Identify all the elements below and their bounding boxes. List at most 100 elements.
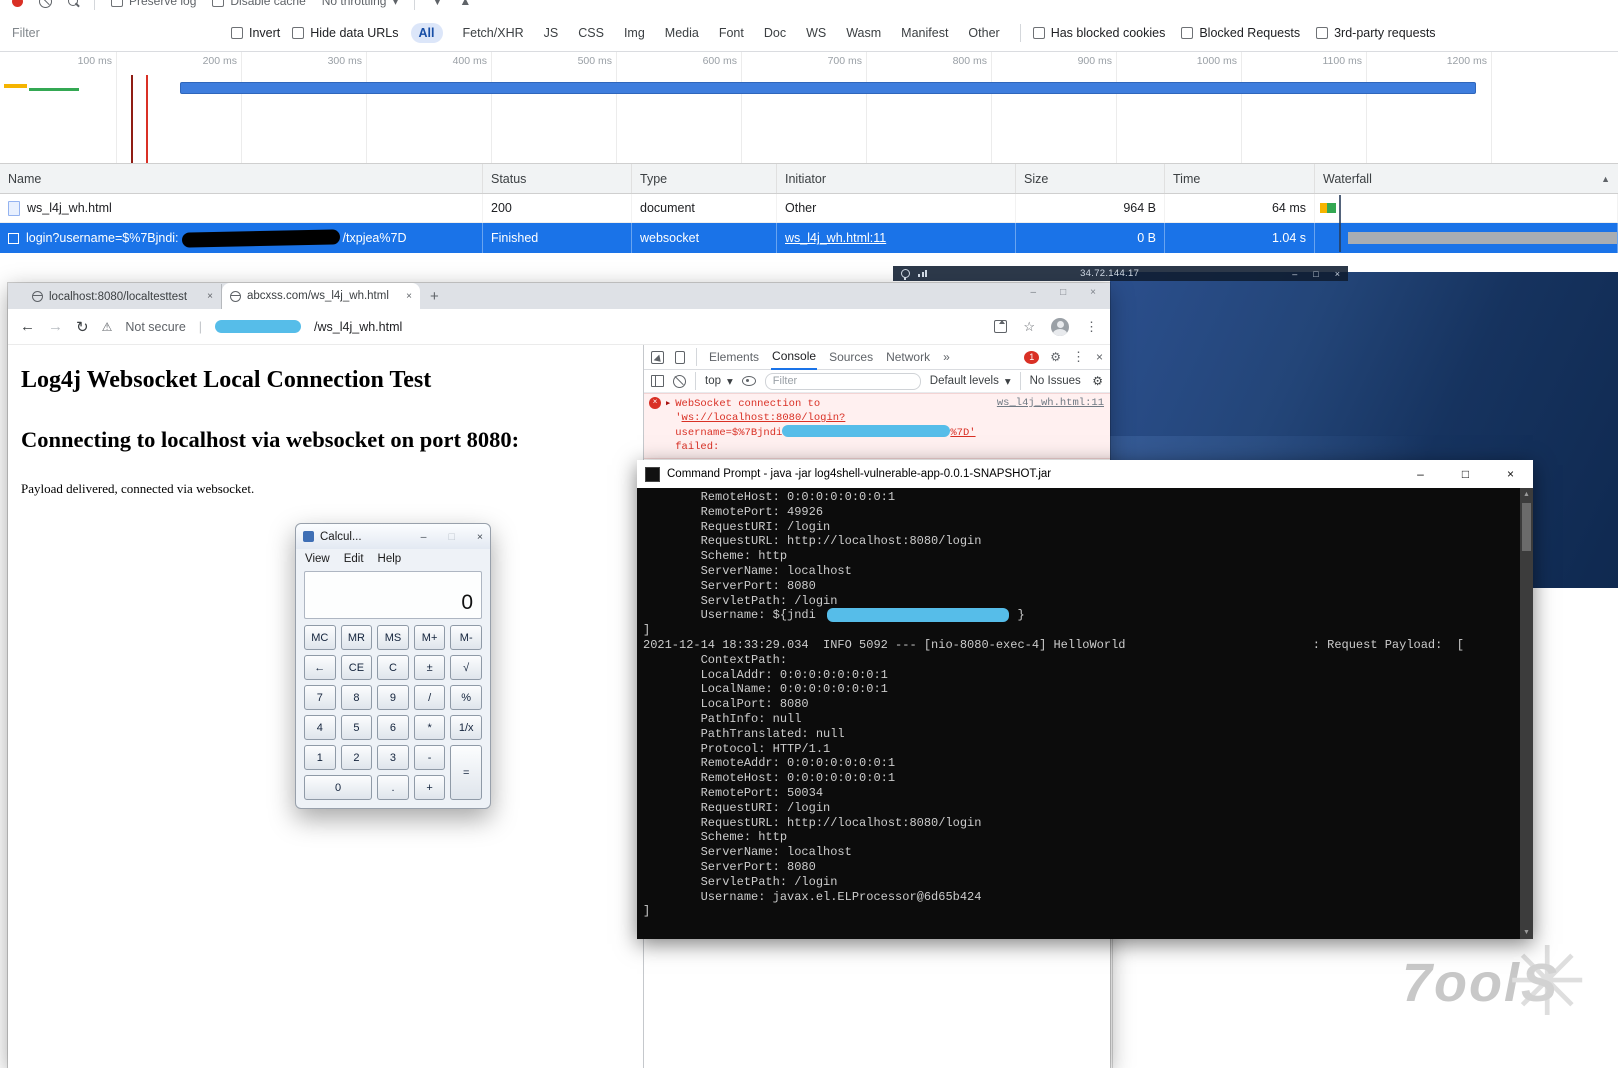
calculator-menu-item[interactable]: Edit xyxy=(344,553,364,565)
filter-option-checkbox[interactable]: 3rd-party requests xyxy=(1316,26,1435,40)
calculator-title-bar[interactable]: Calcul... – □ × xyxy=(296,524,490,549)
calculator-key[interactable]: = xyxy=(450,745,482,800)
calculator-key[interactable]: % xyxy=(450,685,482,710)
filter-pill[interactable]: Other xyxy=(960,23,1007,43)
calculator-key[interactable]: 1 xyxy=(304,745,336,770)
clear-icon[interactable] xyxy=(39,0,52,8)
scrollbar-up-icon[interactable]: ▲ xyxy=(1520,488,1533,501)
filter-option-checkbox[interactable]: Has blocked cookies xyxy=(1033,26,1166,40)
rdp-restore-button[interactable]: □ xyxy=(1313,269,1318,279)
throttling-dropdown[interactable]: No throttling ▾ xyxy=(322,0,399,8)
calculator-key[interactable]: 1/x xyxy=(450,715,482,740)
record-icon[interactable] xyxy=(12,0,23,7)
checkbox-icon[interactable] xyxy=(111,0,123,7)
column-header-type[interactable]: Type xyxy=(632,164,777,193)
calculator-key[interactable]: / xyxy=(414,685,446,710)
search-icon[interactable] xyxy=(68,0,78,6)
column-header-name[interactable]: Name xyxy=(0,164,483,193)
devtools-settings-icon[interactable]: ⚙ xyxy=(1050,350,1061,364)
not-secure-warning-icon[interactable]: ⚠ xyxy=(102,320,113,334)
error-source-link[interactable]: ws_l4j_wh.html:11 xyxy=(997,397,1104,409)
calculator-key[interactable]: MR xyxy=(341,625,373,650)
calculator-key[interactable]: MC xyxy=(304,625,336,650)
filter-pill[interactable]: Manifest xyxy=(893,23,956,43)
calculator-key[interactable]: M+ xyxy=(414,625,446,650)
network-timeline-overview[interactable]: 100 ms 200 ms 300 ms 400 ms 500 ms 600 m… xyxy=(0,52,1618,164)
console-settings-icon[interactable]: ⚙ xyxy=(1092,374,1103,388)
calculator-key[interactable]: 4 xyxy=(304,715,336,740)
network-row-document[interactable]: ws_l4j_wh.html 200 document Other 964 B … xyxy=(0,194,1618,223)
reload-button[interactable]: ↻ xyxy=(76,318,89,336)
share-icon[interactable] xyxy=(994,320,1007,333)
console-sidebar-icon[interactable] xyxy=(651,375,664,387)
export-har-icon[interactable]: ▲ xyxy=(459,0,471,8)
issues-indicator[interactable]: No Issues xyxy=(1030,375,1081,387)
bookmark-star-icon[interactable]: ☆ xyxy=(1023,319,1035,335)
calculator-key[interactable]: C xyxy=(377,655,409,680)
device-toolbar-icon[interactable] xyxy=(675,351,685,364)
rdp-close-button[interactable]: × xyxy=(1335,269,1340,279)
tab-sources[interactable]: Sources xyxy=(828,346,874,369)
calculator-minimize-button[interactable]: – xyxy=(421,531,427,543)
log-levels-dropdown[interactable]: Default levels ▾ xyxy=(930,374,1011,388)
rdp-minimize-button[interactable]: – xyxy=(1292,269,1297,279)
filter-option-checkbox[interactable]: Invert xyxy=(231,26,280,40)
calculator-key[interactable]: 8 xyxy=(341,685,373,710)
column-header-waterfall[interactable]: Waterfall ▲ xyxy=(1315,164,1618,193)
inspect-element-icon[interactable] xyxy=(651,351,664,364)
scrollbar-down-icon[interactable]: ▼ xyxy=(1520,926,1533,939)
import-har-icon[interactable]: ▼ xyxy=(431,0,443,8)
network-filter-input[interactable] xyxy=(10,25,219,41)
browser-restore-button[interactable]: □ xyxy=(1060,287,1066,298)
live-expression-eye-icon[interactable] xyxy=(742,376,756,386)
checkbox-icon[interactable] xyxy=(1181,27,1193,39)
new-tab-button[interactable]: + xyxy=(430,289,439,304)
browser-tab-localhost[interactable]: localhost:8080/localtesttest × xyxy=(24,284,222,309)
checkbox-icon[interactable] xyxy=(231,27,243,39)
network-row-websocket[interactable]: login?username=$%7Bjndi: /txpjea%7D Fini… xyxy=(0,223,1618,253)
more-tabs-icon[interactable]: » xyxy=(942,346,951,369)
disable-cache-checkbox[interactable]: Disable cache xyxy=(212,0,305,8)
checkbox-icon[interactable] xyxy=(212,0,224,7)
filter-pill[interactable]: Fetch/XHR xyxy=(455,23,532,43)
console-error-message[interactable]: × ▶ WebSocket connection to 'ws://localh… xyxy=(644,393,1110,459)
calculator-key[interactable]: 5 xyxy=(341,715,373,740)
calculator-key[interactable]: - xyxy=(414,745,446,770)
calculator-close-button[interactable]: × xyxy=(477,531,483,543)
devtools-close-icon[interactable]: × xyxy=(1096,350,1103,364)
calculator-key[interactable]: ± xyxy=(414,655,446,680)
checkbox-icon[interactable] xyxy=(1316,27,1328,39)
expand-arrow-icon[interactable]: ▶ xyxy=(666,399,670,408)
filter-option-checkbox[interactable]: Blocked Requests xyxy=(1181,26,1300,40)
cmd-title-bar[interactable]: Command Prompt - java -jar log4shell-vul… xyxy=(637,460,1533,488)
filter-pill[interactable]: Img xyxy=(616,23,653,43)
calculator-key[interactable]: M- xyxy=(450,625,482,650)
calculator-key[interactable]: √ xyxy=(450,655,482,680)
checkbox-icon[interactable] xyxy=(292,27,304,39)
filter-pill[interactable]: JS xyxy=(536,23,567,43)
calculator-key[interactable]: . xyxy=(377,775,409,800)
calculator-key[interactable]: MS xyxy=(377,625,409,650)
calculator-key[interactable]: 3 xyxy=(377,745,409,770)
scrollbar-thumb[interactable] xyxy=(1522,503,1531,551)
calculator-menu-item[interactable]: View xyxy=(305,553,330,565)
forward-button[interactable]: → xyxy=(48,318,63,335)
browser-menu-icon[interactable]: ⋮ xyxy=(1085,319,1098,335)
console-filter-input[interactable] xyxy=(765,373,921,390)
column-header-status[interactable]: Status xyxy=(483,164,632,193)
profile-avatar[interactable] xyxy=(1051,318,1069,336)
tab-close-icon[interactable]: × xyxy=(406,291,412,302)
column-header-size[interactable]: Size xyxy=(1016,164,1165,193)
filter-pill[interactable]: Font xyxy=(711,23,752,43)
cmd-close-button[interactable]: × xyxy=(1488,460,1533,488)
error-url-link[interactable]: ws://localhost:8080/login? xyxy=(682,412,846,424)
browser-minimize-button[interactable]: – xyxy=(1031,287,1037,298)
column-header-time[interactable]: Time xyxy=(1165,164,1315,193)
error-count-badge[interactable]: 1 xyxy=(1024,351,1039,364)
filter-pill[interactable]: Doc xyxy=(756,23,794,43)
calculator-key[interactable]: 7 xyxy=(304,685,336,710)
browser-close-button[interactable]: × xyxy=(1090,287,1096,298)
column-header-initiator[interactable]: Initiator xyxy=(777,164,1016,193)
tab-close-icon[interactable]: × xyxy=(207,291,213,302)
filter-pill[interactable]: Media xyxy=(657,23,707,43)
